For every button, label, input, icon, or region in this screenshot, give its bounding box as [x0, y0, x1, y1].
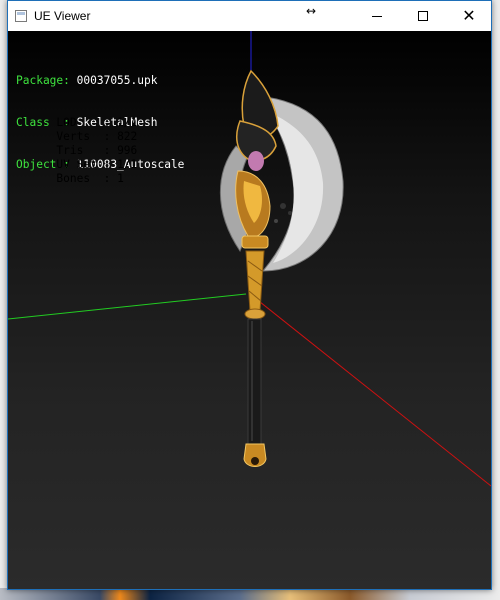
close-icon: ✕ [462, 6, 476, 25]
stat-row-uvset: UV Set : 1/1 [56, 158, 138, 171]
info-row-package: Package: 00037055.upk [16, 74, 158, 87]
minimize-icon [372, 15, 382, 17]
app-window-icon [15, 10, 27, 22]
background-window-right [491, 0, 500, 600]
axis-x-line [249, 293, 491, 487]
handle-shaft [247, 318, 262, 445]
stat-row-bones: Bones : 1 [56, 172, 124, 185]
axis-y-line [8, 293, 247, 320]
ue-viewer-window[interactable]: UE Viewer ↔ ✕ Package: 00037055.upk Clas… [7, 0, 492, 590]
minimize-button[interactable] [354, 1, 400, 31]
maximize-button[interactable] [400, 1, 446, 31]
window-title: UE Viewer [34, 9, 91, 23]
title-bar[interactable]: UE Viewer ↔ ✕ [8, 1, 491, 31]
close-button[interactable]: ✕ [446, 1, 492, 31]
maximize-icon [418, 11, 428, 21]
stat-row-verts: Verts : 822 [56, 130, 138, 143]
stat-row-tris: Tris : 996 [56, 144, 138, 157]
stat-row-lod: LOD : 1/1 [56, 116, 138, 129]
mesh-stats-panel: LOD : 1/1 Verts : 822 Tris : 996 UV Set … [16, 102, 137, 200]
resize-horizontal-icon: ↔ [306, 4, 317, 18]
3d-viewport[interactable]: Package: 00037055.upk Class : SkeletalMe… [8, 31, 491, 589]
